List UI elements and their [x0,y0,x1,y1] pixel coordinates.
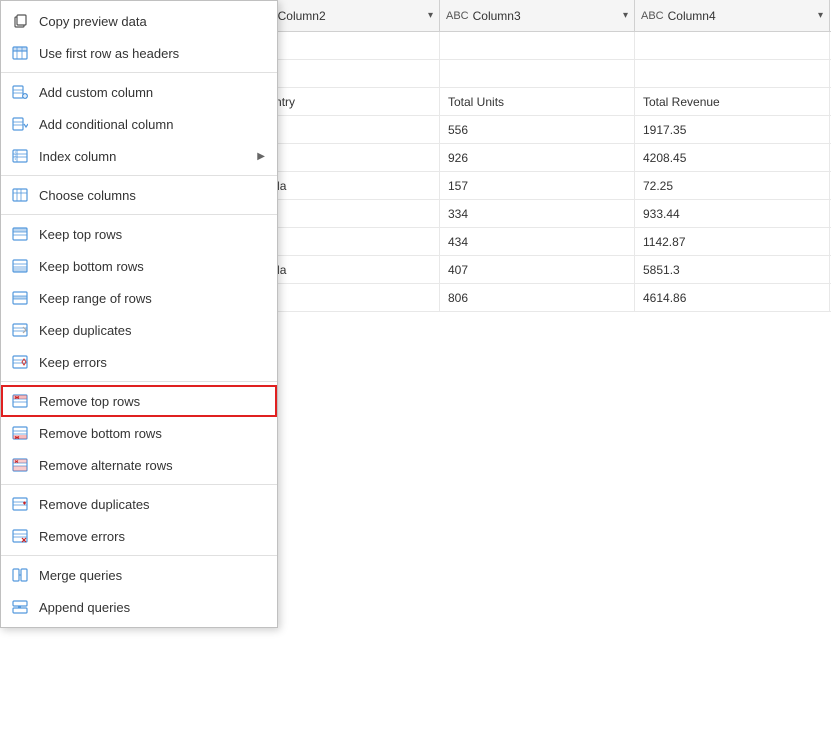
menu-item-keep-bottom-rows[interactable]: Keep bottom rows [1,250,277,282]
menu-item-remove-bottom-rows[interactable]: Remove bottom rows [1,417,277,449]
menu-label-keep-range-rows: Keep range of rows [39,291,265,306]
menu-item-add-custom-col[interactable]: Add custom column [1,76,277,108]
remove-top-icon [9,390,31,412]
col2-name: Column2 [278,9,424,23]
cell-col3: Total Units [440,88,635,115]
remove-err-icon [9,525,31,547]
menu-label-remove-errors: Remove errors [39,529,265,544]
cell-col3: 334 [440,200,635,227]
menu-item-choose-columns[interactable]: Choose columns [1,179,277,211]
cell-col3: 806 [440,284,635,311]
cell-col4 [635,32,830,59]
menu-separator [1,555,277,556]
col4-dropdown-icon[interactable]: ▾ [818,10,823,21]
menu-label-use-first-row: Use first row as headers [39,46,265,61]
cell-col4: Total Revenue [635,88,830,115]
menu-item-remove-errors[interactable]: Remove errors [1,520,277,552]
menu-label-add-conditional-col: Add conditional column [39,117,265,132]
menu-item-append-queries[interactable]: Append queries [1,591,277,623]
cell-col4: 5851.3 [635,256,830,283]
keep-err-icon [9,351,31,373]
cell-col4: 4614.86 [635,284,830,311]
col3-type-icon: ABC [446,10,469,22]
cell-col3: 434 [440,228,635,255]
cell-col3: 157 [440,172,635,199]
menu-item-remove-top-rows[interactable]: Remove top rows [1,385,277,417]
column4-header[interactable]: ABC Column4 ▾ [635,0,830,31]
cell-col3 [440,32,635,59]
col3-name: Column3 [473,9,619,23]
cell-col3: 556 [440,116,635,143]
keep-top-icon [9,223,31,245]
remove-alt-icon [9,454,31,476]
keep-bottom-icon [9,255,31,277]
menu-separator [1,214,277,215]
column3-header[interactable]: ABC Column3 ▾ [440,0,635,31]
menu-item-index-column[interactable]: 123 Index column▶ [1,140,277,172]
cell-col3 [440,60,635,87]
menu-item-remove-alternate-rows[interactable]: Remove alternate rows [1,449,277,481]
menu-separator [1,72,277,73]
cell-col4: 933.44 [635,200,830,227]
submenu-arrow-icon: ▶ [257,151,265,162]
menu-label-keep-bottom-rows: Keep bottom rows [39,259,265,274]
col3-dropdown-icon[interactable]: ▾ [623,10,628,21]
menu-item-keep-errors[interactable]: Keep errors [1,346,277,378]
menu-label-merge-queries: Merge queries [39,568,265,583]
menu-label-remove-duplicates: Remove duplicates [39,497,265,512]
menu-label-copy-preview: Copy preview data [39,14,265,29]
menu-label-keep-errors: Keep errors [39,355,265,370]
cell-col3: 407 [440,256,635,283]
cell-col3: 926 [440,144,635,171]
menu-item-merge-queries[interactable]: Merge queries [1,559,277,591]
copy-icon [9,10,31,32]
svg-text:3: 3 [15,157,17,161]
context-menu: Copy preview data Use first row as header… [0,0,278,628]
keep-dup-icon [9,319,31,341]
add-conditional-icon [9,113,31,135]
menu-item-use-first-row[interactable]: Use first row as headers [1,37,277,69]
menu-label-remove-bottom-rows: Remove bottom rows [39,426,265,441]
menu-item-add-conditional-col[interactable]: Add conditional column [1,108,277,140]
menu-item-keep-duplicates[interactable]: Keep duplicates [1,314,277,346]
add-custom-icon [9,81,31,103]
menu-separator [1,381,277,382]
col2-dropdown-icon[interactable]: ▾ [428,10,433,21]
col4-type-icon: ABC [641,10,664,22]
menu-label-append-queries: Append queries [39,600,265,615]
merge-icon [9,564,31,586]
choose-cols-icon [9,184,31,206]
menu-label-add-custom-col: Add custom column [39,85,265,100]
menu-label-choose-columns: Choose columns [39,188,265,203]
cell-col4 [635,60,830,87]
menu-item-copy-preview[interactable]: Copy preview data [1,5,277,37]
cell-col4: 72.25 [635,172,830,199]
menu-label-remove-alternate-rows: Remove alternate rows [39,458,265,473]
index-icon: 123 [9,145,31,167]
menu-label-keep-duplicates: Keep duplicates [39,323,265,338]
col4-name: Column4 [668,9,814,23]
remove-dup-icon [9,493,31,515]
cell-col4: 4208.45 [635,144,830,171]
menu-separator [1,484,277,485]
menu-separator [1,175,277,176]
remove-bottom-icon [9,422,31,444]
menu-item-keep-top-rows[interactable]: Keep top rows [1,218,277,250]
menu-label-remove-top-rows: Remove top rows [39,394,265,409]
append-icon [9,596,31,618]
menu-item-remove-duplicates[interactable]: Remove duplicates [1,488,277,520]
menu-label-index-column: Index column [39,149,257,164]
cell-col4: 1142.87 [635,228,830,255]
keep-range-icon [9,287,31,309]
use-header-icon [9,42,31,64]
menu-label-keep-top-rows: Keep top rows [39,227,265,242]
cell-col4: 1917.35 [635,116,830,143]
menu-item-keep-range-rows[interactable]: Keep range of rows [1,282,277,314]
